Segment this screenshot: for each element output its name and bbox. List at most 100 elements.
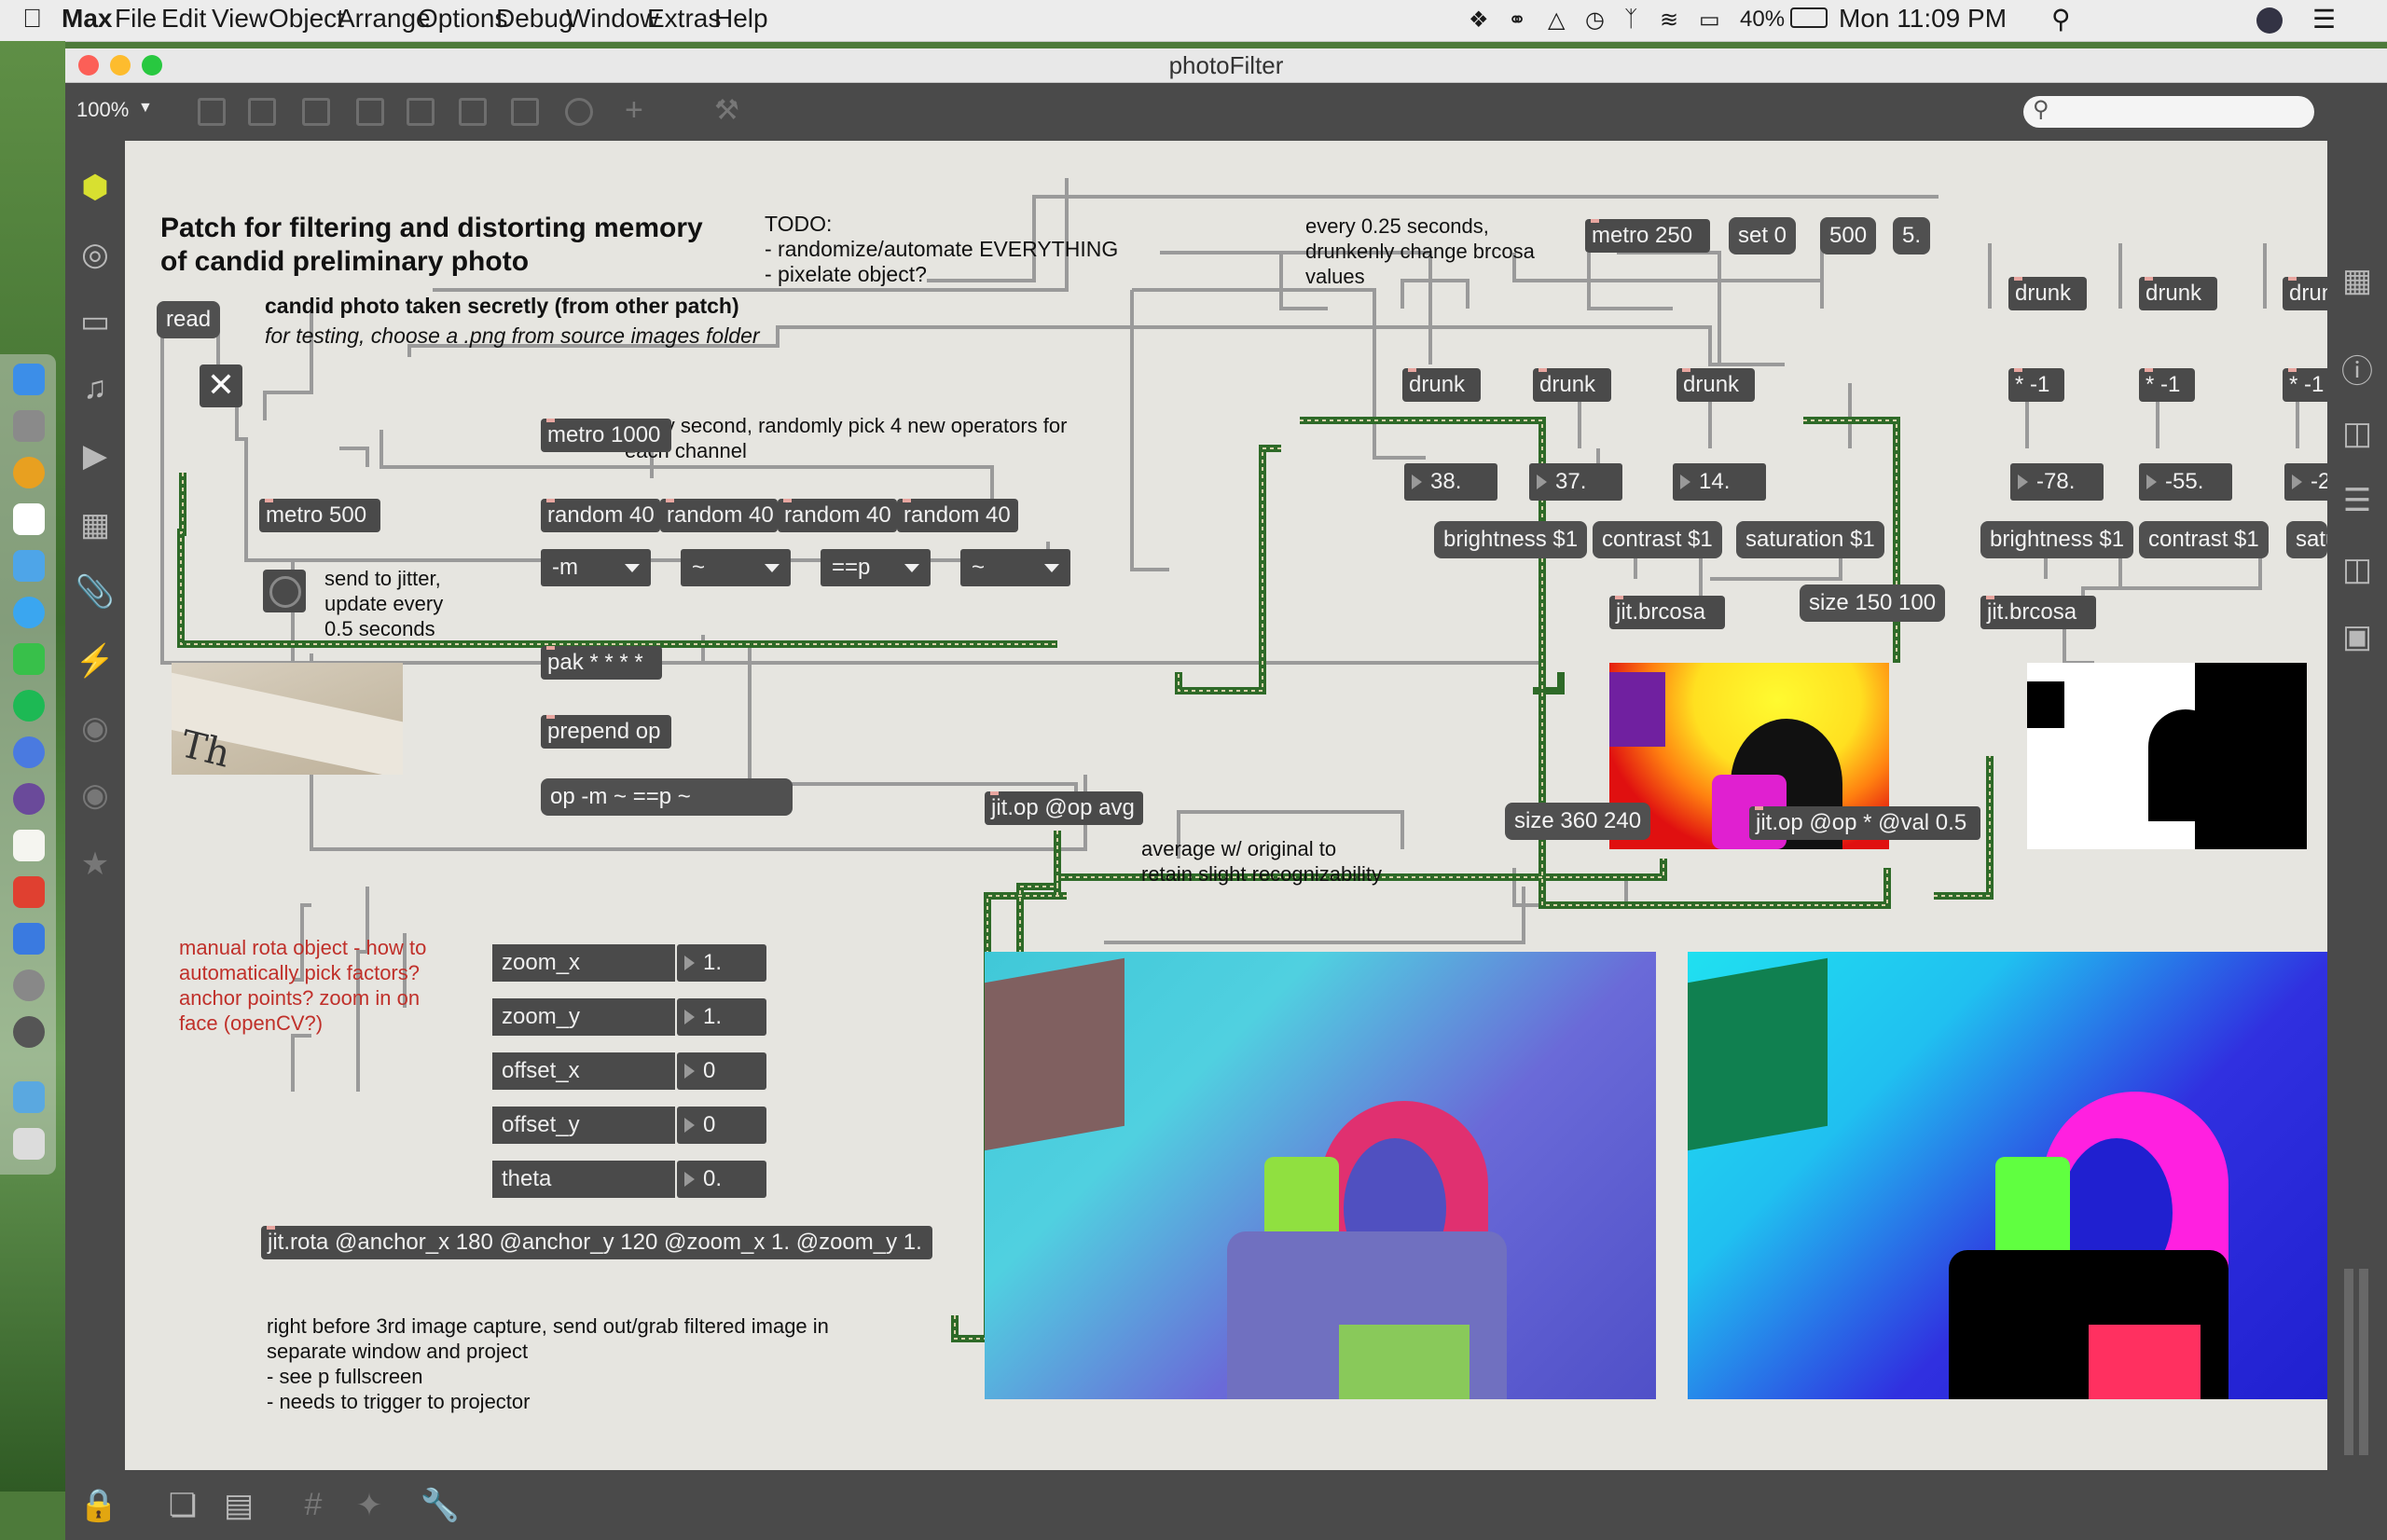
bang-button[interactable] [263,570,306,612]
new-number-icon[interactable] [459,98,487,126]
dropbox-icon[interactable]: ❖ [1469,7,1489,34]
random-object-2[interactable]: random 40 [660,499,778,532]
battery-icon[interactable] [1790,7,1828,28]
console-icon[interactable]: ▭ [75,303,116,340]
paint-bucket-icon[interactable]: ⚒ [714,94,739,127]
metro-250-object[interactable]: metro 250 [1585,219,1710,253]
time-machine-icon[interactable]: ◷ [1585,7,1605,34]
menu-file[interactable]: File [115,4,157,34]
5-message[interactable]: 5. [1893,217,1931,254]
jit-brcosa-object-right[interactable]: jit.brcosa [1980,596,2096,629]
new-comment-icon[interactable] [302,98,330,126]
menu-window[interactable]: Window [566,4,659,34]
menu-object[interactable]: Object [269,4,344,34]
contrast-message-right[interactable]: contrast $1 [2139,521,2269,558]
snap-icon[interactable]: ✦ [349,1487,390,1524]
reference-icon[interactable]: ◫ [2337,551,2378,588]
jit-op-multiply-object[interactable]: jit.op @op * @val 0.5 [1749,806,1980,840]
jit-op-avg-object[interactable]: jit.op @op avg [985,791,1143,825]
500-message[interactable]: 500 [1820,217,1877,254]
offset-y-number[interactable]: 0 [677,1107,766,1144]
zoom-y-number[interactable]: 1. [677,998,766,1036]
brightness-message-left[interactable]: brightness $1 [1434,521,1588,558]
apple-icon[interactable]:  [22,4,42,34]
menu-debug[interactable]: Debug [496,4,573,34]
menu-help[interactable]: Help [714,4,768,34]
drive-icon[interactable]: △ [1548,7,1565,34]
metro-1000-object[interactable]: metro 1000 [541,419,671,452]
chrome-icon[interactable] [13,457,45,488]
add-object-icon[interactable]: + [625,92,643,129]
star-icon[interactable]: ★ [75,846,116,883]
pen-app-icon[interactable] [13,736,45,768]
saturation-number-left[interactable]: 14. [1673,463,1766,501]
airplay-icon[interactable]: ▭ [1699,7,1720,34]
operator-menu-4[interactable]: ~ [960,549,1070,586]
random-object-4[interactable]: random 40 [897,499,1018,532]
launchpad-icon[interactable] [13,410,45,442]
github-icon[interactable] [13,783,45,815]
negate-object-3[interactable]: * -1 [2283,368,2327,402]
metro-500-object[interactable]: metro 500 [259,499,380,532]
new-dial-icon[interactable] [565,98,593,126]
negate-object-2[interactable]: * -1 [2139,368,2195,402]
wrench-icon[interactable]: 🔧 [420,1487,461,1524]
size-150-100-message[interactable]: size 150 100 [1800,584,1946,622]
search-input[interactable]: ⚲ [2023,96,2314,128]
operator-menu-2[interactable]: ~ [681,549,791,586]
downloads-folder-icon[interactable] [13,1081,45,1113]
finder-icon[interactable] [13,364,45,395]
operator-menu-1[interactable]: -m [541,549,651,586]
b-icon[interactable]: ◉ [75,777,116,814]
saturation-message-left[interactable]: saturation $1 [1736,521,1884,558]
new-slider-icon[interactable] [511,98,539,126]
menu-view[interactable]: View [212,4,268,34]
set-0-message[interactable]: set 0 [1729,217,1797,254]
contrast-message-left[interactable]: contrast $1 [1593,521,1722,558]
patcher-canvas[interactable]: Patch for filtering and distorting memor… [125,141,2327,1470]
grid-toggle-icon[interactable]: # [293,1487,334,1523]
lock-icon[interactable]: 🔒 [78,1487,119,1524]
cube-icon[interactable]: ⬢ [75,169,116,206]
plugin-icon[interactable]: ⚡ [75,642,116,680]
wifi-icon[interactable]: ≋ [1660,7,1678,34]
jit-brcosa-object-left[interactable]: jit.brcosa [1609,596,1725,629]
clear-toggle[interactable]: ✕ [200,364,242,407]
pak-object[interactable]: pak * * * * [541,646,662,680]
random-object-1[interactable]: random 40 [541,499,660,532]
textedit-icon[interactable] [13,830,45,861]
new-message-icon[interactable] [248,98,276,126]
music-note-icon[interactable]: ♫ [75,370,116,406]
clock[interactable]: Mon 11:09 PM [1839,4,2007,34]
new-object-icon[interactable] [198,98,226,126]
v-icon[interactable]: ◉ [75,709,116,747]
menu-extras[interactable]: Extras [647,4,721,34]
book-icon[interactable]: ◫ [2337,415,2378,452]
app-menu[interactable]: Max [62,4,112,34]
sublime-icon[interactable] [13,876,45,908]
creative-cloud-icon[interactable]: ⚭ [1508,7,1526,34]
operator-menu-3[interactable]: ==p [821,549,931,586]
comment-icon[interactable]: ▤ [218,1487,259,1524]
jit-rota-object[interactable]: jit.rota @anchor_x 180 @anchor_y 120 @zo… [261,1226,932,1259]
xcode-icon[interactable] [13,923,45,955]
calendar-icon[interactable] [13,503,45,535]
contrast-number-right[interactable]: -55. [2139,463,2232,501]
offset-x-number[interactable]: 0 [677,1052,766,1090]
max-icon[interactable] [13,1016,45,1048]
new-button-icon[interactable] [407,98,435,126]
list-icon[interactable]: ☰ [2337,482,2378,519]
zoom-level[interactable]: 100% [76,98,129,122]
drunk-object-r1[interactable]: drunk [2008,277,2087,310]
menu-edit[interactable]: Edit [161,4,206,34]
paperclip-icon[interactable]: 📎 [75,573,116,611]
media-icon[interactable]: ▶ [75,437,116,474]
notification-center-icon[interactable]: ☰ [2312,4,2336,34]
preview-icon[interactable] [13,550,45,582]
drunk-object-l2[interactable]: drunk [1533,368,1611,402]
drunk-object-r2[interactable]: drunk [2139,277,2217,310]
facetime-icon[interactable] [13,643,45,675]
brightness-number-left[interactable]: 38. [1404,463,1497,501]
zoom-dropdown-icon[interactable]: ▼ [138,100,153,117]
menu-arrange[interactable]: Arrange [338,4,431,34]
